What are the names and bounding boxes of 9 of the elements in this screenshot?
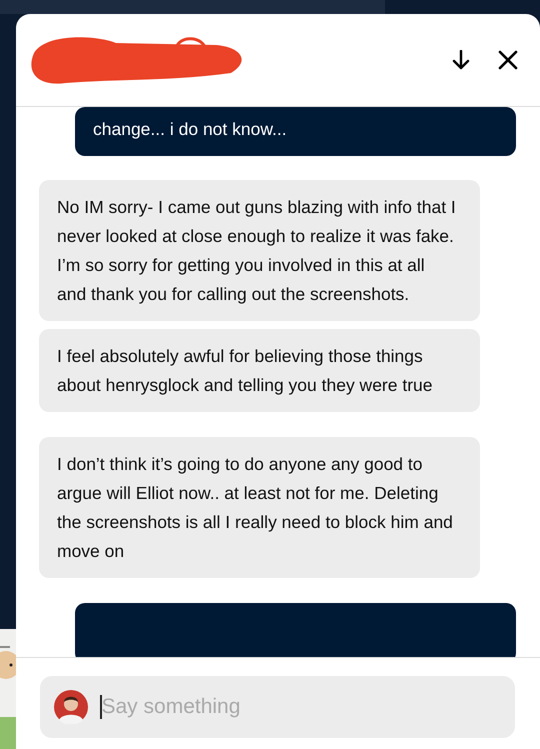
message-bubble: change... i do not know... (75, 107, 516, 156)
text-input[interactable]: Say something (102, 694, 501, 718)
message-bubble: I feel absolutely awful for believing those things about henrysglock and telling you they were true (39, 329, 480, 412)
message-field[interactable]: Say something (40, 676, 515, 738)
close-button[interactable] (498, 50, 518, 70)
avatar-icon (54, 690, 88, 724)
message-bubble: No IM sorry- I came out guns blazing with info that I never looked at close enough to realize it was fake. I’m so sorry for getting you involved in this at all and thank you for calling out the screenshots. (39, 180, 480, 321)
minimize-button[interactable] (452, 50, 470, 70)
message-bubble: I don’t think it’s going to do anyone any good to argue will Elliot now.. at least not for me. Deleting the screenshots is all I really need to block him and move on (39, 437, 480, 578)
